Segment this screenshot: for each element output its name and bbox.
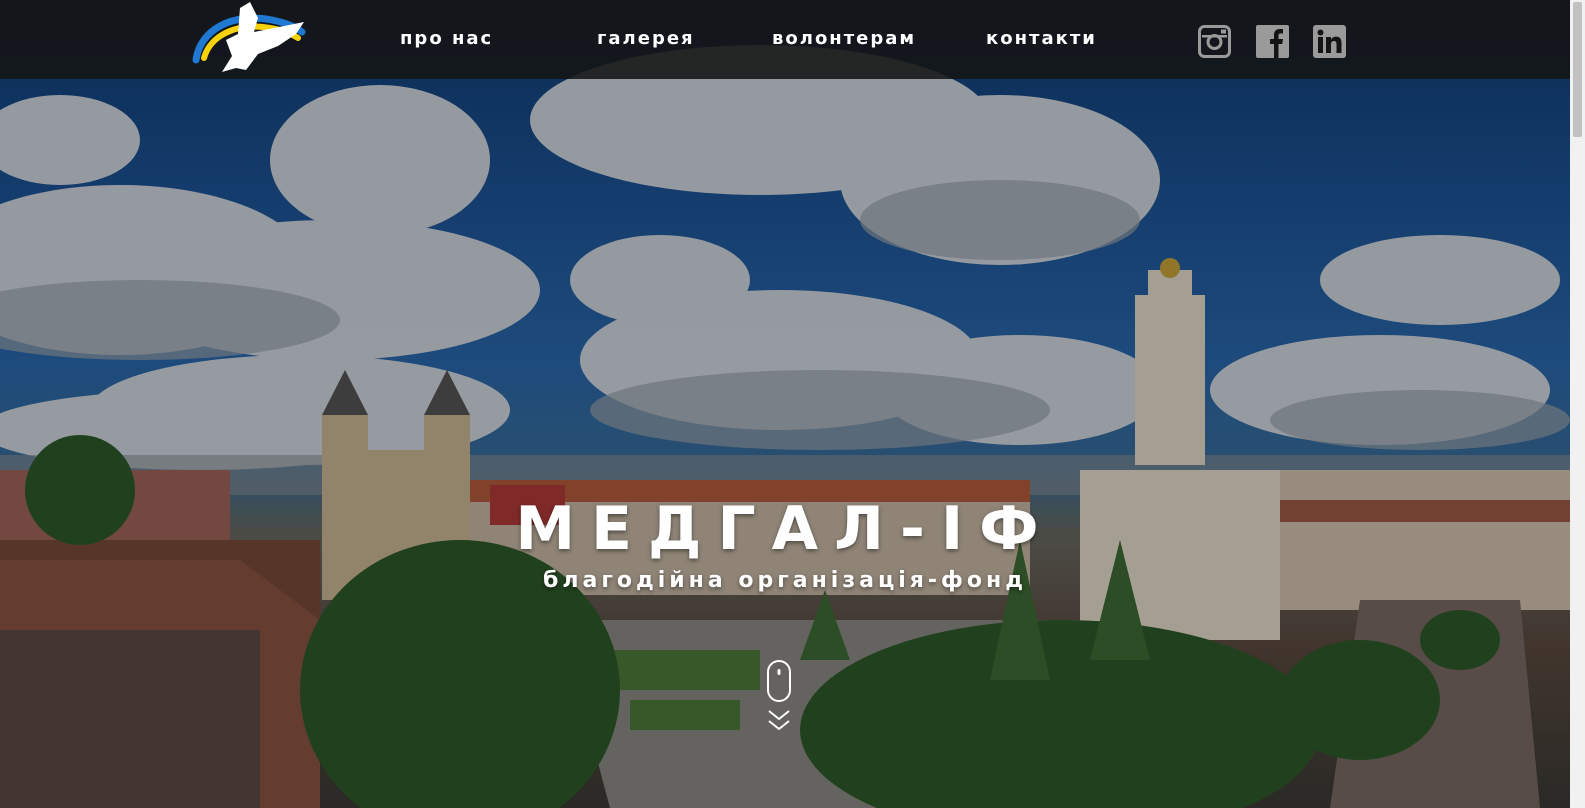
nav-volunteers[interactable]: волонтерам <box>772 28 916 49</box>
linkedin-link[interactable] <box>1313 25 1346 58</box>
instagram-link[interactable] <box>1198 25 1231 58</box>
dove-logo-icon <box>192 2 306 72</box>
site-subtitle: благодійна організація-фонд <box>543 568 1027 593</box>
scroll-down-button[interactable] <box>764 659 796 739</box>
linkedin-icon <box>1313 25 1346 58</box>
nav-about[interactable]: про нас <box>400 28 493 49</box>
nav-gallery[interactable]: галерея <box>597 28 695 49</box>
facebook-link[interactable] <box>1256 25 1289 58</box>
facebook-icon <box>1256 25 1289 58</box>
top-navbar: про нас галерея волонтерам контакти <box>0 0 1570 79</box>
scrollbar-thumb[interactable] <box>1573 2 1582 137</box>
logo-link[interactable] <box>192 0 310 78</box>
nav-contacts[interactable]: контакти <box>986 28 1097 49</box>
site-title: МЕДГАЛ-ІФ <box>515 494 1055 564</box>
mouse-scroll-icon <box>767 660 791 731</box>
page: про нас галерея волонтерам контакти МЕДГ… <box>0 0 1585 808</box>
page-scrollbar[interactable] <box>1570 0 1585 808</box>
instagram-icon <box>1198 25 1231 58</box>
